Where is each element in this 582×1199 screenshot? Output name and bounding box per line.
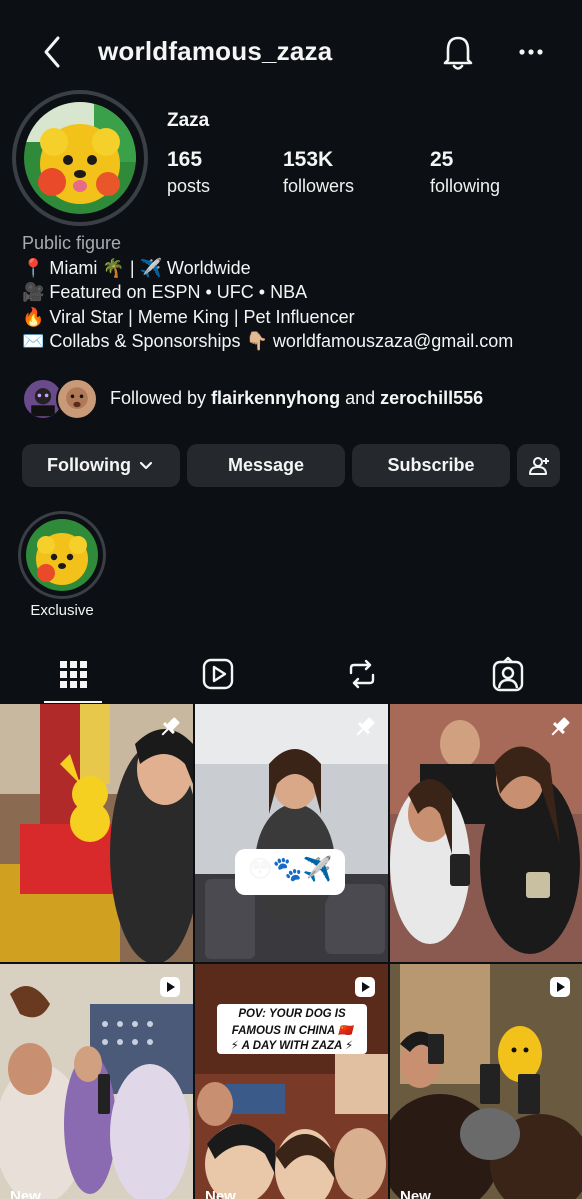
followed-by-user[interactable]: zerochill556 (380, 388, 483, 408)
post-thumbnail (195, 704, 388, 962)
followed-by-user[interactable]: flairkennyhong (211, 388, 340, 408)
chevron-down-icon (139, 461, 153, 469)
stat-label: following (430, 176, 501, 196)
reel-icon (355, 977, 375, 997)
post-thumbnail (390, 704, 582, 962)
followed-by-prefix: Followed by (110, 388, 212, 408)
subscribe-button[interactable]: Subscribe (352, 444, 510, 487)
chevron-left-icon[interactable] (34, 30, 74, 74)
message-button-label: Message (227, 455, 305, 475)
stat-value: 25 (430, 148, 454, 171)
post-tile[interactable] (0, 704, 193, 962)
profile-avatar[interactable] (12, 90, 148, 226)
posts-grid: 😳🐾✈️ New POV: YOUR DOG IS FAMOUS IN CHIN… (0, 704, 582, 1199)
follower-avatar (56, 378, 98, 420)
highlight-cover-image (26, 519, 98, 591)
post-tile[interactable]: New (390, 964, 582, 1199)
display-name: Zaza (167, 110, 210, 131)
top-bar: worldfamous_zaza (0, 0, 582, 104)
active-tab-indicator (44, 701, 102, 703)
bio-line-contact[interactable]: ✉️ Collabs & Sponsorships 👇🏼 worldfamous… (22, 329, 513, 353)
new-post-tag: New (400, 1188, 431, 1199)
followed-by-text: Followed by flairkennyhong and zerochill… (110, 388, 483, 409)
add-person-icon (528, 456, 549, 475)
pin-icon (551, 717, 570, 736)
new-post-tag: New (10, 1188, 41, 1199)
profile-category: Public figure (22, 233, 122, 253)
profile-tabs (0, 648, 582, 704)
subscribe-button-label: Subscribe (387, 455, 475, 475)
followed-by-row[interactable]: Followed by flairkennyhong and zerochill… (22, 378, 562, 422)
highlight-exclusive[interactable] (18, 511, 106, 599)
stat-label: posts (167, 176, 211, 196)
post-tile[interactable]: New (0, 964, 193, 1199)
post-caption-line: FAMOUS IN CHINA 🇨🇳 (231, 1025, 353, 1037)
post-caption-line: POV: YOUR DOG IS (238, 1008, 346, 1020)
stat-label: followers (283, 176, 355, 196)
post-caption-line: ⚡ A DAY WITH ZAZA ⚡ (230, 1040, 354, 1052)
reels-icon[interactable] (198, 654, 238, 694)
reel-icon (160, 977, 180, 997)
stat-posts[interactable]: 165 posts (167, 148, 210, 197)
message-button[interactable]: Message (187, 444, 345, 487)
tagged-icon[interactable] (488, 654, 528, 694)
grid-icon[interactable] (53, 654, 93, 694)
bio-line-tagline: 🔥 Viral Star | Meme King | Pet Influence… (22, 307, 355, 327)
post-tile[interactable]: 😳🐾✈️ (195, 704, 388, 962)
stat-value: 165 (167, 148, 203, 171)
profile-username: worldfamous_zaza (98, 36, 333, 66)
reel-icon (550, 977, 570, 997)
post-tile[interactable]: POV: YOUR DOG IS FAMOUS IN CHINA 🇨🇳 ⚡ A … (195, 964, 388, 1199)
followed-by-joiner: and (340, 388, 381, 408)
bio-line-location: 📍 Miami 🌴 | ✈️ Worldwide (22, 258, 251, 278)
bio-line-featured: 🎥 Featured on ESPN • UFC • NBA (22, 282, 308, 302)
new-post-tag: New (205, 1188, 236, 1199)
suggested-users-button[interactable] (517, 444, 560, 487)
stat-followers[interactable]: 153K followers (283, 148, 354, 197)
post-sticker-text: 😳🐾✈️ (247, 856, 333, 883)
highlight-label: Exclusive (30, 602, 94, 619)
stat-value: 153K (283, 148, 334, 171)
bell-icon[interactable] (438, 30, 478, 74)
following-button[interactable]: Following (22, 444, 180, 487)
more-horizontal-icon[interactable] (510, 32, 554, 72)
post-thumbnail (0, 704, 193, 962)
post-tile[interactable] (390, 704, 582, 962)
pin-icon (356, 717, 375, 736)
following-button-label: Following (47, 455, 131, 475)
repost-icon[interactable] (342, 654, 382, 694)
stat-following[interactable]: 25 following (430, 148, 500, 197)
dog-avatar-image (24, 102, 136, 214)
pin-icon (161, 717, 180, 736)
